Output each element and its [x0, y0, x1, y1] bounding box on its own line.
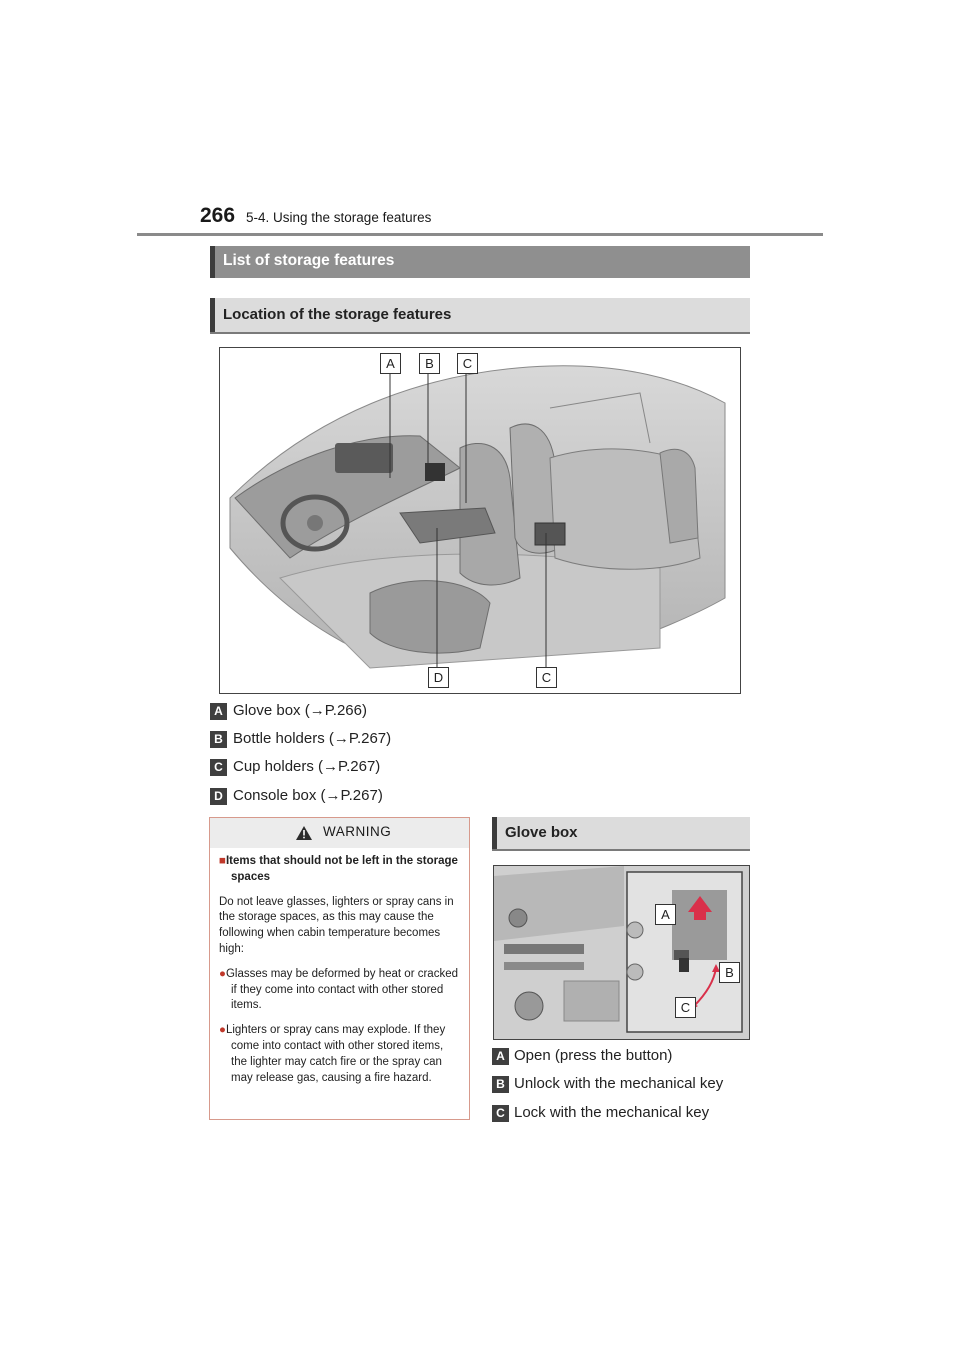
bullet-dot-icon: ● — [219, 1024, 226, 1037]
legend-key-b: B — [210, 731, 227, 748]
callout-c-bottom: C — [536, 667, 557, 688]
glove-legend-key-c: C — [492, 1105, 509, 1122]
glove-legend-text-a: Open (press the button) — [514, 1047, 673, 1064]
interior-illustration: A B C D C — [219, 347, 741, 694]
callout-a: A — [380, 353, 401, 374]
callout-c-top: C — [457, 353, 478, 374]
warning-bullet-1: Glasses may be deformed by heat or crack… — [225, 967, 458, 1012]
warning-box: WARNING ■Items that should not be left i… — [209, 817, 470, 1120]
legend-key-c: C — [210, 759, 227, 776]
header-rule — [137, 233, 823, 236]
glove-legend-key-a: A — [492, 1048, 509, 1065]
callout-d: D — [428, 667, 449, 688]
warning-paragraph: Do not leave glasses, lighters or spray … — [219, 895, 454, 955]
legend-text-d: Console box (→P.267) — [233, 787, 383, 804]
glove-legend-text-c: Lock with the mechanical key — [514, 1104, 710, 1121]
callout-b: B — [419, 353, 440, 374]
warning-title: WARNING — [323, 824, 392, 839]
warning-bullet-2: Lighters or spray cans may explode. If t… — [225, 1024, 446, 1084]
glove-box-illustration: A B C — [493, 865, 750, 1040]
glove-callout-a: A — [655, 904, 676, 925]
page-number: 266 — [200, 204, 236, 227]
glove-box-heading: Glove box — [505, 824, 578, 841]
location-heading: Location of the storage features — [223, 306, 452, 323]
warning-triangle-icon — [296, 826, 312, 840]
warning-body: ■Items that should not be left in the st… — [219, 854, 459, 1086]
legend-key-d: D — [210, 788, 227, 805]
section-title: List of storage features — [223, 252, 395, 269]
warning-heading: Items that should not be left in the sto… — [225, 855, 458, 883]
glove-legend-text-b: Unlock with the mechanical key — [514, 1075, 724, 1092]
legend-text-a: Glove box (→P.266) — [233, 702, 367, 719]
warning-header: WARNING — [210, 818, 469, 848]
legend-text-c: Cup holders (→P.267) — [233, 758, 381, 775]
legend-text-b: Bottle holders (→P.267) — [233, 730, 392, 747]
glove-legend-key-b: B — [492, 1076, 509, 1093]
glove-box-drawing — [494, 866, 749, 1039]
glove-callout-b: B — [719, 962, 740, 983]
bullet-dot-icon: ● — [219, 967, 226, 980]
square-bullet-icon: ■ — [219, 855, 226, 867]
chapter-title: 5-4. Using the storage features — [246, 210, 432, 225]
glove-box-heading-bar: Glove box — [492, 817, 750, 851]
location-heading-bar: Location of the storage features — [210, 298, 750, 334]
section-title-bar: List of storage features — [210, 246, 750, 278]
car-interior-drawing — [229, 365, 726, 669]
legend-key-a: A — [210, 703, 227, 720]
glove-callout-c: C — [675, 997, 696, 1018]
